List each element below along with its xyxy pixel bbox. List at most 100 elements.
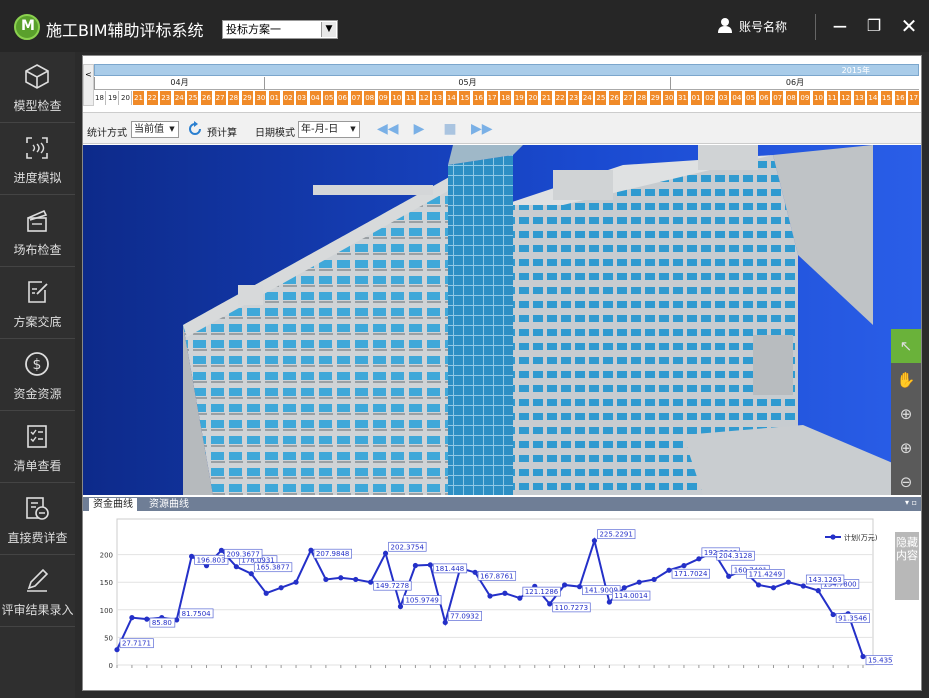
sidebar-item-label: 进度模拟 (13, 171, 62, 185)
sidebar-item-plan-disclosure[interactable]: 方案交底 (0, 268, 75, 339)
bim-3d-view[interactable]: ↖ ✋ ⊕ ⊕ ⊖ (83, 145, 921, 495)
timeline-scroll-left[interactable]: < (83, 64, 94, 106)
data-point (755, 582, 762, 588)
timeline-day: 03 (296, 91, 309, 105)
timeline-day: 05 (323, 91, 336, 105)
data-point (785, 579, 792, 585)
data-point (248, 571, 254, 577)
precalc-button[interactable]: 预计算 (207, 124, 237, 139)
data-label: 105.9749 (405, 597, 438, 605)
tab-funds-curve[interactable]: 资金曲线 (89, 498, 137, 511)
app-title: 施工BIM辅助评标系统 (46, 21, 204, 40)
data-point (770, 585, 777, 591)
sidebar-item-direct-cost[interactable]: 直接费详查 (0, 484, 75, 555)
user-name[interactable]: 账号名称 (739, 18, 787, 35)
timeline-day: 04 (731, 91, 744, 105)
tab-resource-curve[interactable]: 资源曲线 (145, 498, 193, 511)
data-point (815, 588, 821, 594)
zoom-in-icon[interactable]: ⊕ (891, 431, 921, 465)
timeline-day: 12 (840, 91, 853, 105)
sidebar-item-model-check[interactable]: 模型检查 (0, 52, 75, 123)
stop-button[interactable]: ■ (440, 120, 460, 138)
timeline-day: 15 (459, 91, 472, 105)
data-label: 225.2291 (599, 531, 632, 539)
timeline-day: 01 (690, 91, 703, 105)
sidebar-item-progress-sim[interactable]: 进度模拟 (0, 124, 75, 195)
zoom-out-icon[interactable]: ⊖ (891, 465, 921, 495)
timeline-day: 28 (636, 91, 649, 105)
data-point (218, 547, 225, 553)
data-label: 181.448 (435, 565, 464, 573)
hide-content-tab[interactable]: 隐藏内容 (895, 532, 919, 600)
timeline-day: 25 (187, 91, 200, 105)
data-label: 209.3677 (226, 550, 259, 558)
timeline-day: 12 (418, 91, 431, 105)
sidebar-item-bill-view[interactable]: 清单查看 (0, 412, 75, 483)
data-point (442, 619, 448, 626)
data-point (636, 579, 642, 585)
plan-select[interactable]: 投标方案一 ▼ (222, 20, 338, 39)
cube-icon (25, 64, 49, 89)
checklist-icon (27, 425, 47, 448)
data-point (368, 579, 374, 585)
plan-select-value: 投标方案一 (226, 23, 281, 36)
pencil-icon (27, 568, 49, 592)
data-point (278, 585, 284, 591)
data-point (427, 562, 433, 568)
data-point (726, 573, 732, 579)
timeline-day: 29 (649, 91, 662, 105)
chevron-down-icon[interactable]: ▼ (321, 22, 336, 37)
refresh-icon[interactable] (187, 121, 203, 137)
restore-button[interactable]: ❐ (860, 13, 888, 39)
fast-forward-button[interactable]: ▶▶ (471, 120, 493, 138)
timeline-day: 10 (391, 91, 404, 105)
timeline-day: 18 (500, 91, 513, 105)
data-point (562, 582, 568, 588)
orbit-icon[interactable]: ⊕ (891, 397, 921, 431)
date-mode-select[interactable]: 年-月-日 ▼ (298, 121, 360, 138)
minimize-button[interactable]: − (826, 13, 854, 39)
timeline-day: 29 (241, 91, 254, 105)
timeline-day: 25 (595, 91, 608, 105)
timeline-day: 30 (255, 91, 268, 105)
sidebar-item-site-check[interactable]: 场布检查 (0, 196, 75, 267)
panel-pin-controls[interactable]: ▾ ▫ (905, 498, 917, 507)
stat-mode-select[interactable]: 当前值 ▼ (131, 121, 179, 138)
y-tick-label: 50 (104, 634, 113, 642)
data-label: 81.7504 (182, 610, 211, 618)
data-point (189, 553, 195, 559)
data-point (114, 647, 120, 653)
clapper-icon (27, 209, 48, 232)
date-mode-label: 日期模式 (255, 128, 295, 139)
data-label: 207.9848 (316, 550, 349, 558)
data-point (576, 584, 583, 590)
timeline-day: 16 (473, 91, 485, 105)
close-button[interactable]: ✕ (895, 13, 923, 39)
sidebar-item-review-entry[interactable]: 评审结果录入 (0, 556, 75, 627)
timeline-day: 13 (853, 91, 866, 105)
timeline-day: 26 (201, 91, 213, 105)
timeline-day: 17 (908, 91, 919, 105)
timeline-year-bar: 2015年 (94, 64, 919, 76)
data-label: 171.4249 (749, 570, 782, 578)
timeline-day: 21 (541, 91, 553, 105)
app-window: M 施工BIM辅助评标系统 投标方案一 ▼ 账号名称 − ❐ ✕ 模型检查 进度… (0, 0, 929, 698)
timeline-day: 27 (622, 91, 635, 105)
play-button[interactable]: ▶ (409, 120, 429, 138)
data-point (591, 538, 598, 544)
timeline-year: 2015年 (841, 66, 870, 75)
select-cursor-icon[interactable]: ↖ (891, 329, 921, 363)
timeline-month: 04月 (94, 77, 264, 90)
y-tick-label: 150 (100, 579, 113, 587)
sidebar-item-funds[interactable]: $ 资金资源 (0, 340, 75, 411)
sidebar-item-label: 评审结果录入 (1, 603, 74, 617)
stat-mode-value: 当前值 (134, 124, 164, 135)
data-point (397, 603, 404, 610)
data-point (547, 601, 553, 607)
data-point (502, 590, 508, 596)
timeline-day: 08 (364, 91, 377, 105)
rewind-button[interactable]: ◀◀ (377, 120, 399, 138)
data-point (621, 585, 627, 591)
pan-hand-icon[interactable]: ✋ (891, 363, 921, 397)
data-label: 85.80 (152, 619, 172, 627)
